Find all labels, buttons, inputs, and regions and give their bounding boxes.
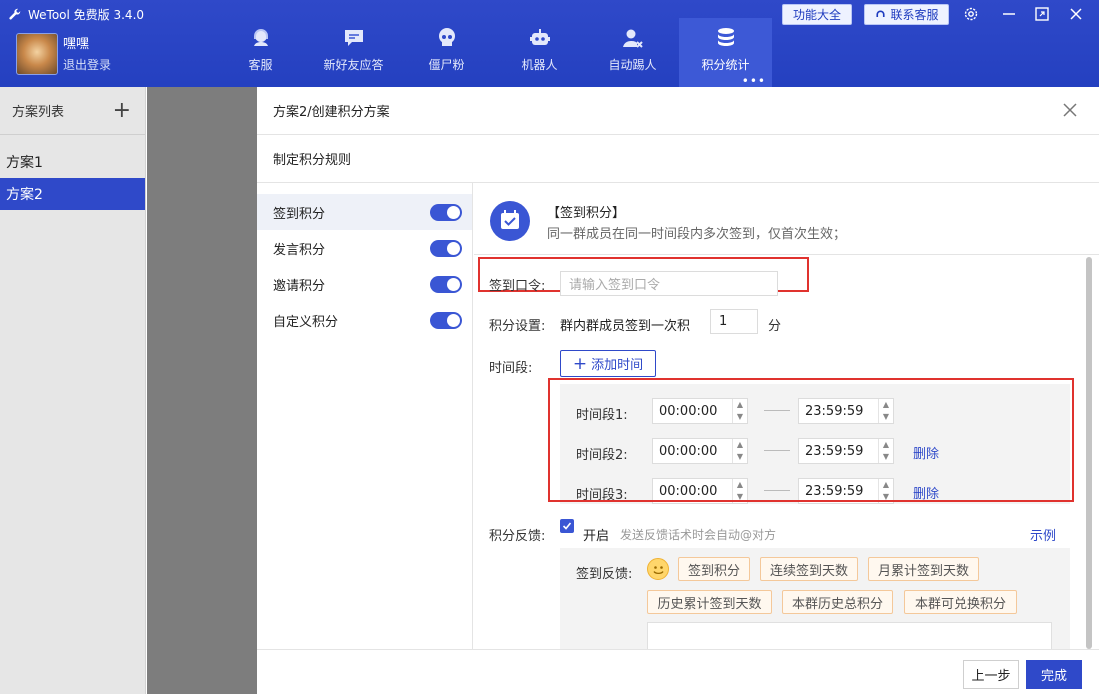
password-label: 签到口令: <box>489 279 546 294</box>
modal-overlay <box>147 87 257 694</box>
close-dialog-icon[interactable] <box>1061 101 1079 119</box>
section-title: 【签到积分】 <box>547 206 626 221</box>
rule-item-checkin[interactable]: 签到积分 <box>257 194 472 230</box>
plan-item[interactable]: 方案1 <box>0 146 145 178</box>
nav-auto-kick[interactable]: 自动踢人 <box>586 18 679 87</box>
app-title: WeTool 免费版 3.4.0 <box>8 6 144 23</box>
features-button[interactable]: 功能大全 <box>782 4 852 25</box>
plan-list-header: 方案列表 + <box>0 87 145 135</box>
nav-zombie-fans[interactable]: 僵尸粉 <box>400 18 493 87</box>
rule-label: 邀请积分 <box>273 278 326 294</box>
feedback-panel: 签到反馈: 签到积分 连续签到天数 月累计签到天数 历史累计签到天数 本群历史总… <box>560 548 1070 649</box>
section-divider <box>474 254 1099 255</box>
top-bar: WeTool 免费版 3.4.0 嘿嘿 退出登录 客服 新好友应答 僵尸粉 机器… <box>0 0 1099 87</box>
nav-label: 机器人 <box>521 58 558 72</box>
add-plan-icon[interactable]: + <box>113 99 131 121</box>
rule-label: 签到积分 <box>273 206 326 222</box>
variable-tag[interactable]: 月累计签到天数 <box>868 557 979 581</box>
feedback-label: 积分反馈: <box>489 529 546 544</box>
contact-support-button[interactable]: 联系客服 <box>864 4 949 25</box>
minimize-icon[interactable] <box>1001 6 1017 22</box>
nav-label: 僵尸粉 <box>428 58 465 72</box>
rule-list: 签到积分 发言积分 邀请积分 自定义积分 <box>257 183 473 649</box>
logout-link[interactable]: 退出登录 <box>63 56 111 73</box>
dialog-title: 方案2/创建积分方案 <box>273 105 390 120</box>
nav-new-friend-reply[interactable]: 新好友应答 <box>307 18 400 87</box>
score-input[interactable]: 1 <box>710 309 758 334</box>
example-link[interactable]: 示例 <box>1030 525 1056 544</box>
rule-item-invite[interactable]: 邀请积分 <box>257 266 472 302</box>
rule-item-custom[interactable]: 自定义积分 <box>257 302 472 338</box>
variable-tag[interactable]: 连续签到天数 <box>760 557 858 581</box>
add-time-button[interactable]: + 添加时间 <box>560 350 656 377</box>
headset-small-icon <box>876 10 886 17</box>
done-button[interactable]: 完成 <box>1026 660 1082 689</box>
chat-bubble-icon <box>344 30 363 46</box>
rule-label: 发言积分 <box>273 242 326 258</box>
headset-icon <box>253 29 268 46</box>
app-window: WeTool 免费版 3.4.0 嘿嘿 退出登录 客服 新好友应答 僵尸粉 机器… <box>0 0 1099 694</box>
scrollbar-thumb[interactable] <box>1086 257 1092 649</box>
add-time-label: 添加时间 <box>591 358 644 373</box>
create-plan-dialog: 方案2/创建积分方案 制定积分规则 签到积分 发言积分 邀请积分 自定义积分 【… <box>257 87 1099 694</box>
nav-label: 客服 <box>248 58 273 72</box>
checkin-feedback-label: 签到反馈: <box>576 567 633 582</box>
plan-sidebar: 方案列表 + 方案1 方案2 <box>0 87 146 694</box>
app-title-text: WeTool 免费版 3.4.0 <box>28 8 145 22</box>
maximize-icon[interactable] <box>1034 6 1050 22</box>
password-input[interactable]: 请输入签到口令 <box>560 271 778 296</box>
feedback-checkbox[interactable] <box>560 519 574 533</box>
user-name: 嘿嘿 <box>63 37 90 52</box>
wrench-icon <box>9 8 21 19</box>
rule-content: 【签到积分】 同一群成员在同一时间段内多次签到，仅首次生效； 签到口令: 请输入… <box>474 183 1099 649</box>
prev-step-button[interactable]: 上一步 <box>963 660 1019 689</box>
emoji-smile-icon[interactable] <box>647 558 669 580</box>
plus-icon: + <box>572 353 588 374</box>
score-text: 群内群成员签到一次积 <box>560 319 691 334</box>
calendar-check-icon <box>490 201 530 241</box>
feedback-on-label: 开启 <box>583 529 610 544</box>
variable-tag[interactable]: 签到积分 <box>678 557 750 581</box>
robot-icon <box>529 29 550 45</box>
contact-support-label: 联系客服 <box>890 8 939 22</box>
feedback-textarea[interactable] <box>647 622 1052 649</box>
rule-toggle[interactable] <box>430 311 462 329</box>
nav-label: 积分统计 <box>701 58 750 72</box>
score-label: 积分设置: <box>489 319 546 334</box>
plan-list-title: 方案列表 <box>12 105 65 120</box>
avatar[interactable] <box>16 33 58 75</box>
rule-toggle[interactable] <box>430 275 462 293</box>
variable-tag[interactable]: 本群可兑换积分 <box>904 590 1017 614</box>
dialog-header: 方案2/创建积分方案 <box>257 87 1099 135</box>
feedback-hint: 发送反馈话术时会自动@对方 <box>620 528 777 542</box>
nav-label: 自动踢人 <box>608 58 657 72</box>
variable-tag[interactable]: 本群历史总积分 <box>782 590 893 614</box>
skull-icon <box>438 28 455 46</box>
rule-label: 自定义积分 <box>273 314 339 330</box>
section-description: 同一群成员在同一时间段内多次签到，仅首次生效； <box>547 227 847 242</box>
database-icon <box>717 28 734 46</box>
more-dots-icon[interactable]: ••• <box>742 75 766 87</box>
settings-gear-icon[interactable] <box>963 6 979 22</box>
dialog-footer: 上一步 完成 <box>257 649 1099 694</box>
main-nav: 客服 新好友应答 僵尸粉 机器人 自动踢人 积分统计 ••• <box>214 18 772 87</box>
rule-toggle[interactable] <box>430 203 462 221</box>
nav-points-stats[interactable]: 积分统计 ••• <box>679 18 772 87</box>
features-button-label: 功能大全 <box>792 8 841 22</box>
highlight-box <box>548 378 1074 502</box>
nav-label: 新好友应答 <box>323 58 384 72</box>
rule-item-speak[interactable]: 发言积分 <box>257 230 472 266</box>
plan-item-active[interactable]: 方案2 <box>0 178 145 210</box>
close-window-icon[interactable] <box>1068 6 1084 22</box>
rule-toggle[interactable] <box>430 239 462 257</box>
user-remove-icon <box>622 29 643 48</box>
nav-robot[interactable]: 机器人 <box>493 18 586 87</box>
period-label: 时间段: <box>489 361 533 376</box>
variable-tag[interactable]: 历史累计签到天数 <box>647 590 772 614</box>
nav-customer-service[interactable]: 客服 <box>214 18 307 87</box>
dialog-subtitle: 制定积分规则 <box>257 135 1099 183</box>
score-unit: 分 <box>768 319 782 334</box>
